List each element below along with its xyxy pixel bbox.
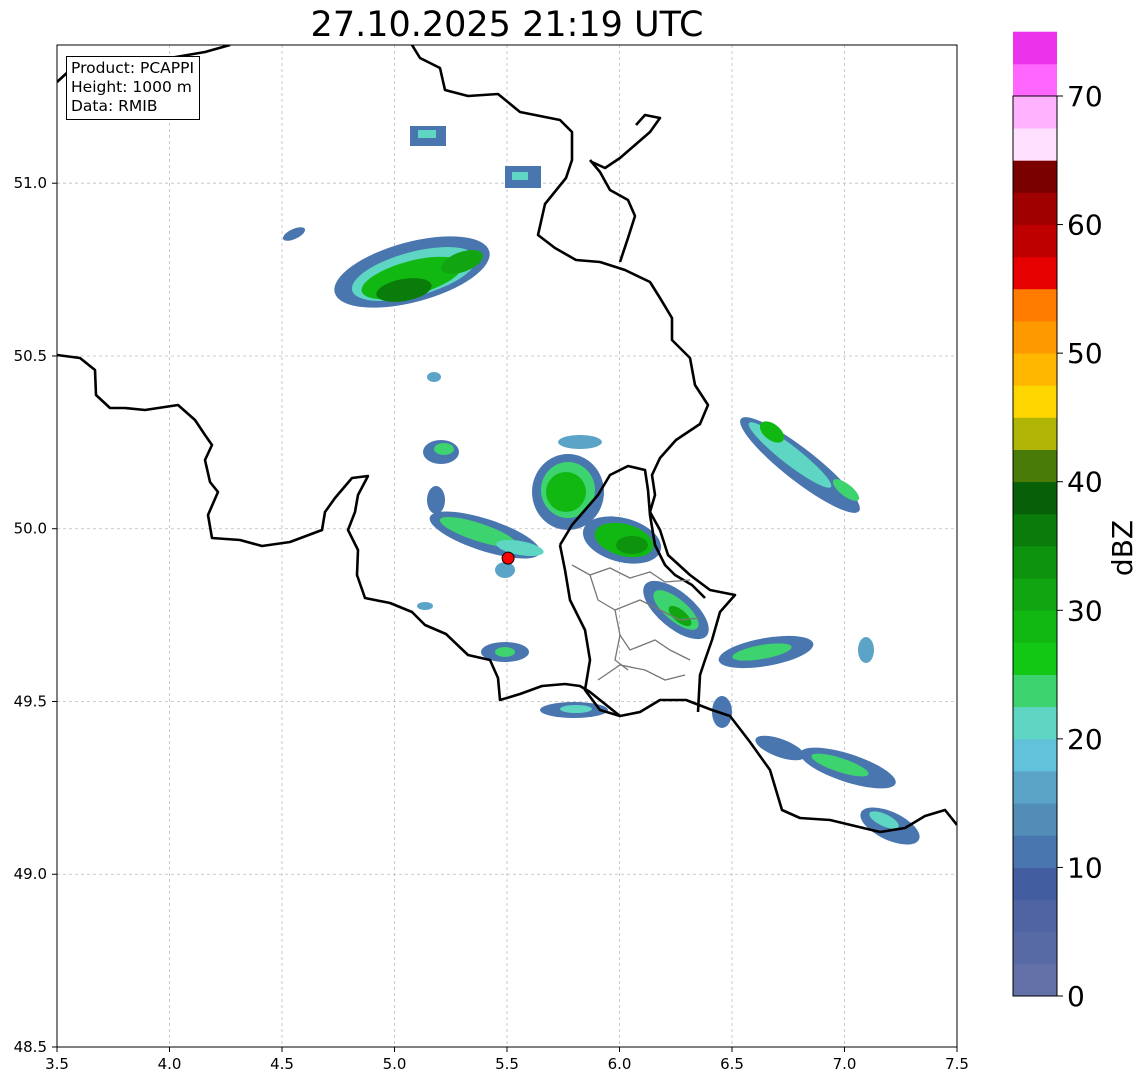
colorbar-segment	[1013, 160, 1057, 193]
colorbar-tick-label: 40	[1067, 466, 1103, 499]
colorbar-tick-label: 70	[1067, 80, 1103, 113]
radar-figure: 3.5 4.0 4.5 5.0 5.5 6.0 6.5 7.0 7.5 48.5 49.0 49.5…	[14, 31, 1139, 1073]
colorbar: 0 10 20 30 40 50 60 70	[1012, 31, 1103, 1013]
colorbar-tick-label: 10	[1067, 851, 1103, 884]
colorbar-segment	[1013, 128, 1057, 161]
colorbar-segment	[1013, 674, 1057, 708]
colorbar-segment	[1013, 513, 1057, 547]
colorbar-segment	[1013, 931, 1057, 965]
colorbar-segment	[1013, 706, 1057, 740]
radar-site-marker[interactable]	[501, 551, 515, 565]
colorbar-segment	[1013, 963, 1057, 997]
colorbar-segment	[1013, 192, 1057, 225]
colorbar-segment	[1013, 449, 1057, 483]
colorbar-segment	[1013, 867, 1057, 900]
colorbar-segment	[1013, 899, 1057, 933]
colorbar-tick-label: 20	[1067, 723, 1103, 756]
colorbar-label: dBZ	[1106, 520, 1139, 576]
colorbar-segment	[1013, 803, 1057, 836]
echo-small	[427, 372, 441, 382]
colorbar-tick-label: 0	[1067, 980, 1085, 1013]
colorbar-segment	[1013, 385, 1057, 418]
colorbar-segment	[1013, 31, 1057, 65]
colorbar-segment	[1013, 96, 1057, 129]
x-tick-label: 7.5	[945, 1055, 969, 1073]
colorbar-tick-label: 30	[1067, 594, 1103, 627]
colorbar-segment	[1013, 610, 1057, 643]
height-line: Height: 1000 m	[71, 78, 192, 96]
x-tick-label: 7.0	[833, 1055, 857, 1073]
colorbar-segment	[1013, 738, 1057, 772]
colorbar-segment	[1013, 353, 1057, 386]
colorbar-segment	[1013, 481, 1057, 515]
y-tick-label: 49.0	[14, 865, 47, 883]
colorbar-segment	[1013, 288, 1057, 322]
colorbar-segment	[1013, 578, 1057, 611]
product-line: Product: PCAPPI	[71, 59, 195, 77]
colorbar-segment	[1013, 546, 1057, 579]
colorbar-segment	[1013, 256, 1057, 290]
colorbar-segment	[1013, 771, 1057, 804]
colorbar-tick-label: 60	[1067, 209, 1103, 242]
y-tick-label: 49.5	[14, 692, 47, 710]
y-tick-label: 51.0	[14, 174, 47, 192]
x-tick-label: 5.5	[495, 1055, 519, 1073]
colorbar-segment	[1013, 642, 1057, 675]
colorbar-tick-label: 50	[1067, 337, 1103, 370]
y-axis: 48.5 49.0 49.5 50.0 50.5 51.0	[14, 174, 57, 1056]
x-tick-label: 4.0	[158, 1055, 182, 1073]
colorbar-segment	[1013, 224, 1057, 258]
data-source-line: Data: RMIB	[71, 97, 158, 115]
x-axis: 3.5 4.0 4.5 5.0 5.5 6.0 6.5 7.0 7.5	[45, 1047, 969, 1073]
y-tick-label: 50.0	[14, 520, 47, 538]
colorbar-segment	[1013, 63, 1057, 97]
x-tick-label: 3.5	[45, 1055, 69, 1073]
colorbar-segment	[1013, 321, 1057, 354]
x-tick-label: 4.5	[270, 1055, 294, 1073]
y-tick-label: 48.5	[14, 1038, 47, 1056]
colorbar-segment	[1013, 417, 1057, 450]
product-info-box: Product: PCAPPI Height: 1000 m Data: RMI…	[66, 56, 201, 120]
x-tick-label: 5.0	[383, 1055, 407, 1073]
x-tick-label: 6.5	[720, 1055, 744, 1073]
y-tick-label: 50.5	[14, 347, 47, 365]
x-tick-label: 6.0	[608, 1055, 632, 1073]
colorbar-segment	[1013, 835, 1057, 868]
